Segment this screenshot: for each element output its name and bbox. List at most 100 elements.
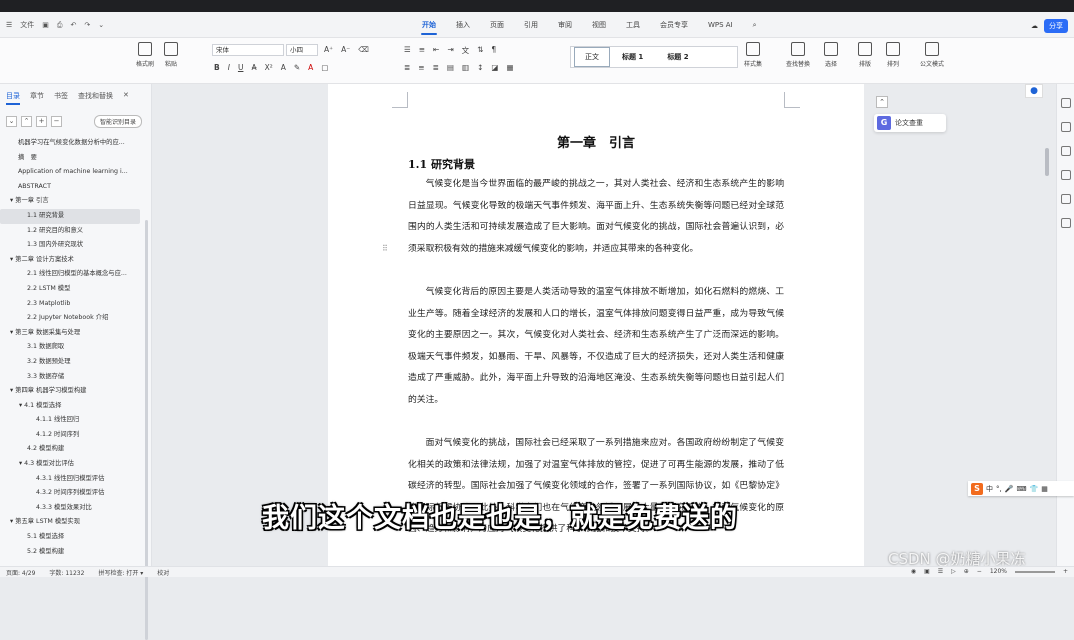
document-scrollbar[interactable]: [1045, 148, 1049, 176]
toc-item[interactable]: 3.3 数据存储: [0, 370, 140, 385]
punctuation-icon[interactable]: °,: [996, 485, 1002, 493]
toc-item[interactable]: 2.2 Jupyter Notebook 介绍: [0, 311, 140, 326]
toc-item[interactable]: ▾ 第二章 设计方案技术: [0, 253, 140, 268]
location-pin-icon[interactable]: ●: [1025, 84, 1043, 98]
grid-icon[interactable]: ▦: [1041, 485, 1048, 493]
undo-icon[interactable]: ↶: [71, 21, 77, 29]
table-icon[interactable]: [1060, 170, 1071, 180]
close-icon[interactable]: ✕: [123, 91, 129, 105]
tab-toc[interactable]: 目录: [6, 91, 20, 105]
toc-item[interactable]: 2.1 线性回归模型的基本概念与应...: [0, 267, 140, 282]
style-set-group[interactable]: 样式集: [744, 42, 762, 68]
paste-group[interactable]: 粘贴: [164, 42, 178, 68]
toc-item[interactable]: 3.1 数据爬取: [0, 340, 140, 355]
borders-icon[interactable]: ▦: [506, 63, 513, 72]
superscript-icon[interactable]: X²: [265, 63, 273, 72]
numbering-icon[interactable]: ≡: [419, 45, 425, 56]
toc-item[interactable]: ▾ 第五章 LSTM 模型实现: [0, 515, 140, 530]
outline-view-icon[interactable]: ☰: [938, 568, 943, 575]
distribute-icon[interactable]: ▥: [462, 63, 469, 72]
align-center-icon[interactable]: ≡: [418, 63, 424, 72]
tab-reference[interactable]: 引用: [514, 12, 548, 38]
grow-font-icon[interactable]: A⁺: [324, 45, 333, 54]
font-name-select[interactable]: 宋体: [212, 44, 284, 56]
align-right-icon[interactable]: ≣: [433, 63, 439, 72]
toc-item[interactable]: 2.2 LSTM 模型: [0, 282, 140, 297]
remove-icon[interactable]: −: [51, 116, 62, 127]
word-count[interactable]: 字数: 11232: [49, 568, 84, 577]
zoom-slider[interactable]: [1014, 570, 1055, 573]
bullets-icon[interactable]: ☰: [404, 45, 411, 56]
shrink-font-icon[interactable]: A⁻: [341, 45, 350, 54]
drag-handle-icon[interactable]: ⠿: [382, 244, 388, 253]
zoom-level[interactable]: 120%: [990, 568, 1007, 575]
toc-item[interactable]: ▾ 4.1 模型选择: [0, 399, 140, 414]
tab-view[interactable]: 视图: [582, 12, 616, 38]
toc-item[interactable]: ABSTRACT: [0, 180, 140, 195]
text-effect-icon[interactable]: A: [281, 63, 286, 72]
tab-member[interactable]: 会员专享: [650, 12, 698, 38]
web-view-icon[interactable]: ⊕: [964, 568, 969, 575]
tab-insert[interactable]: 插入: [446, 12, 480, 38]
paragraph-1[interactable]: 气候变化是当今世界面临的最严峻的挑战之一，其对人类社会、经济和生态系统产生的影响…: [408, 174, 784, 260]
paper-check-panel[interactable]: G 论文查重: [874, 114, 946, 132]
shapes-icon[interactable]: [1060, 218, 1071, 228]
tab-sections[interactable]: 章节: [30, 91, 44, 105]
find-replace-group[interactable]: 查找替换: [786, 42, 810, 68]
toc-item[interactable]: ▾ 4.3 模型对比评估: [0, 457, 140, 472]
official-doc-group[interactable]: 公文模式: [920, 42, 944, 68]
arrange-group[interactable]: 排列: [886, 42, 900, 68]
chapter-title[interactable]: 第一章 引言: [328, 132, 864, 151]
show-marks-icon[interactable]: ¶: [491, 45, 496, 56]
collapse-icon[interactable]: ⌃: [21, 116, 32, 127]
print-icon[interactable]: ⎙: [57, 21, 63, 30]
help-icon[interactable]: [1060, 194, 1071, 204]
share-button[interactable]: 分享: [1044, 19, 1068, 33]
sort-group[interactable]: 排版: [858, 42, 872, 68]
sort-icon[interactable]: ⇅: [477, 45, 483, 56]
bold-icon[interactable]: B: [214, 63, 220, 72]
add-icon[interactable]: +: [36, 116, 47, 127]
char-border-icon[interactable]: ▢: [321, 63, 328, 72]
tab-tools[interactable]: 工具: [616, 12, 650, 38]
tab-page[interactable]: 页面: [480, 12, 514, 38]
outdent-icon[interactable]: ⇤: [433, 45, 439, 56]
select-tool-icon[interactable]: [1060, 122, 1071, 132]
tab-find-replace[interactable]: 查找和替换: [78, 91, 113, 105]
align-left-icon[interactable]: ≣: [404, 63, 410, 72]
strikethrough-icon[interactable]: A̶: [251, 63, 256, 72]
justify-icon[interactable]: ▤: [447, 63, 454, 72]
toc-item[interactable]: 4.3.1 线性回归模型评估: [0, 472, 140, 487]
toc-item[interactable]: 3.2 数据预处理: [0, 355, 140, 370]
collapse-panel-icon[interactable]: ⌃: [876, 96, 888, 108]
toc-item[interactable]: 4.1.1 线性回归: [0, 413, 140, 428]
toc-item[interactable]: ▾ 第三章 数据采集与处理: [0, 326, 140, 341]
zoom-in-icon[interactable]: +: [1063, 568, 1068, 575]
spell-check[interactable]: 拼写检查: 打开 ▾: [98, 568, 143, 577]
clear-format-icon[interactable]: ⌫: [358, 45, 369, 54]
toc-item[interactable]: 1.1 研究背景: [0, 208, 140, 224]
redo-icon[interactable]: ↷: [84, 21, 90, 29]
tab-review[interactable]: 审阅: [548, 12, 582, 38]
smart-toc-button[interactable]: 智能识别目录: [94, 115, 143, 128]
toc-item[interactable]: 4.3.3 模型效果对比: [0, 501, 140, 516]
italic-icon[interactable]: I: [228, 63, 230, 72]
page-view-icon[interactable]: ▣: [924, 568, 930, 575]
toc-item[interactable]: 机器学习在气候变化数据分析中的应...: [0, 136, 140, 151]
keyboard-icon[interactable]: ⌨: [1016, 485, 1026, 493]
toc-item[interactable]: 1.3 国内外研究现状: [0, 238, 140, 253]
indent-icon[interactable]: ⇥: [447, 45, 453, 56]
toc-item[interactable]: Application of machine learning i...: [0, 165, 140, 180]
font-color-icon[interactable]: A: [308, 63, 313, 72]
tab-home[interactable]: 开始: [412, 12, 446, 38]
tab-wps-ai[interactable]: WPS AI: [698, 12, 743, 38]
search-icon[interactable]: ⌕: [743, 12, 767, 38]
section-title[interactable]: 1.1 研究背景: [408, 156, 475, 172]
toc-item[interactable]: 5.2 模型构建: [0, 545, 140, 560]
highlight-icon[interactable]: ✎: [294, 63, 300, 72]
style-normal[interactable]: 正文: [574, 47, 610, 67]
toc-item[interactable]: 5.1 模型选择: [0, 530, 140, 545]
tab-bookmarks[interactable]: 书签: [54, 91, 68, 105]
skin-icon[interactable]: 👕: [1030, 485, 1039, 493]
underline-icon[interactable]: U: [238, 63, 244, 72]
